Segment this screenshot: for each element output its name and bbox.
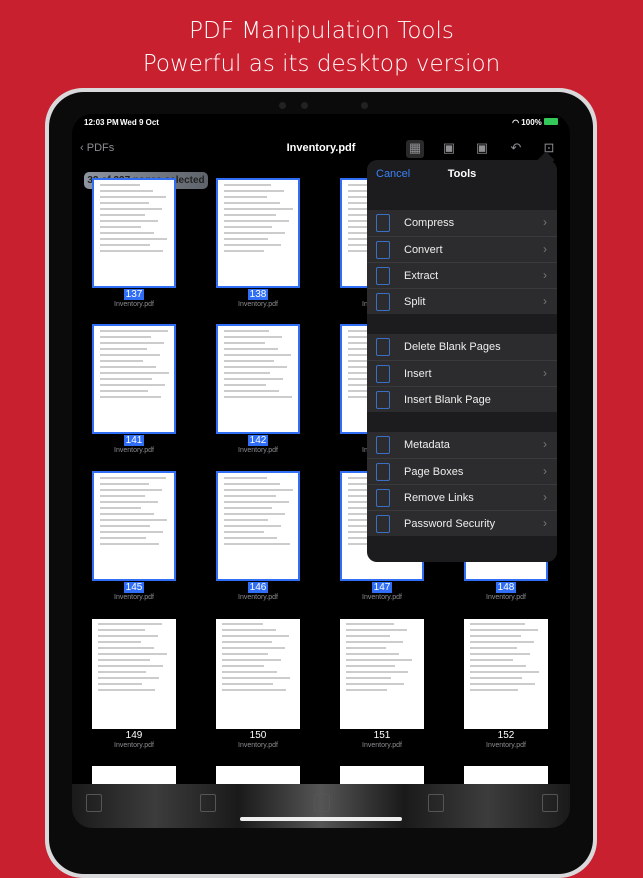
page-filename: Inventory.pdf: [238, 742, 278, 749]
headline-title: PDF Manipulation Tools: [189, 18, 454, 44]
battery-icon: [544, 118, 558, 125]
tools-group: Compress › Convert › Extract › Split ›: [367, 210, 557, 314]
tools-group: Delete Blank Pages Insert › Insert Blank Pa…: [367, 334, 557, 412]
chevron-right-icon: ›: [543, 294, 547, 308]
rotate-pages-icon[interactable]: [428, 794, 444, 812]
page-number: 147: [371, 582, 393, 593]
page-number: 151: [373, 730, 391, 741]
chevron-right-icon: ›: [543, 215, 547, 229]
page-filename: Inventory.pdf: [114, 742, 154, 749]
convert-icon: [376, 241, 390, 259]
page-filename: Inventory.pdf: [362, 594, 402, 601]
nav-bar: ‹ PDFs Inventory.pdf ▦ ▣ ▣ ↶ ⊡: [72, 138, 570, 162]
page-thumbnail[interactable]: [216, 178, 300, 288]
move-pages-icon[interactable]: [200, 794, 216, 812]
page-number: 142: [247, 435, 269, 446]
password-security-icon: [376, 515, 390, 533]
page-filename: Inventory.pdf: [238, 301, 278, 308]
page-thumbnail[interactable]: [92, 324, 176, 434]
tool-convert[interactable]: Convert ›: [367, 236, 557, 262]
page-number: 152: [497, 730, 515, 741]
chevron-right-icon: ›: [543, 516, 547, 530]
undo-icon[interactable]: ↶: [507, 140, 525, 158]
page-filename: Inventory.pdf: [486, 742, 526, 749]
page-boxes-icon: [376, 463, 390, 481]
page-thumbnail[interactable]: [216, 619, 300, 729]
screen: 12:03 PM Wed 9 Oct ◠ 100% ‹ PDFs Invento…: [72, 114, 570, 828]
extract-icon: [376, 267, 390, 285]
tool-remove-links[interactable]: Remove Links ›: [367, 484, 557, 510]
status-time: 12:03 PM: [84, 118, 119, 127]
tool-insert[interactable]: Insert ›: [367, 360, 557, 386]
save-as-icon[interactable]: ▣: [473, 140, 491, 158]
tool-metadata[interactable]: Metadata ›: [367, 432, 557, 458]
page-thumbnail[interactable]: [464, 766, 548, 786]
page-thumbnail[interactable]: [92, 766, 176, 786]
page-thumbnail[interactable]: [216, 324, 300, 434]
insert-blank-page-icon: [376, 391, 390, 409]
page-number: 149: [125, 730, 143, 741]
page-number: 150: [249, 730, 267, 741]
popover-title: Tools: [447, 168, 477, 180]
split-icon: [376, 293, 390, 311]
delete-blank-pages-icon: [376, 338, 390, 356]
page-thumbnail[interactable]: [216, 766, 300, 786]
chevron-right-icon: ›: [543, 464, 547, 478]
tools-group: Metadata › Page Boxes › Remove Links › Passwor…: [367, 432, 557, 536]
page-filename: Inventory.pdf: [238, 447, 278, 454]
metadata-icon: [376, 436, 390, 454]
delete-pages-icon[interactable]: [542, 794, 558, 812]
status-date: Wed 9 Oct: [120, 118, 159, 127]
add-pages-icon[interactable]: [314, 794, 330, 812]
tool-compress[interactable]: Compress ›: [367, 210, 557, 236]
page-filename: Inventory.pdf: [238, 594, 278, 601]
page-filename: Inventory.pdf: [114, 594, 154, 601]
headline-subtitle: Powerful as its desktop version: [142, 51, 501, 77]
tool-insert-blank-page[interactable]: Insert Blank Page: [367, 386, 557, 412]
chevron-right-icon: ›: [543, 268, 547, 282]
page-filename: Inventory.pdf: [114, 301, 154, 308]
bottom-toolbar: [72, 784, 570, 828]
wifi-icon: ◠: [512, 118, 522, 127]
save-icon[interactable]: ▣: [440, 140, 458, 158]
page-number: 145: [123, 582, 145, 593]
page-thumbnail[interactable]: [340, 619, 424, 729]
tool-page-boxes[interactable]: Page Boxes ›: [367, 458, 557, 484]
chevron-right-icon: ›: [543, 366, 547, 380]
chevron-right-icon: ›: [543, 490, 547, 504]
page-filename: Inventory.pdf: [114, 447, 154, 454]
chevron-right-icon: ›: [543, 437, 547, 451]
remove-links-icon: [376, 489, 390, 507]
page-thumbnail[interactable]: [92, 178, 176, 288]
document-title: Inventory.pdf: [286, 142, 356, 154]
page-number: 146: [247, 582, 269, 593]
tools-popover: Cancel Tools Compress › Convert › Extract › Spl…: [367, 160, 557, 562]
page-filename: Inventory.pdf: [486, 594, 526, 601]
page-number: 138: [247, 289, 269, 300]
page-thumbnail[interactable]: [216, 471, 300, 581]
page-thumbnail[interactable]: [340, 766, 424, 786]
battery-level: 100%: [521, 118, 542, 127]
tool-extract[interactable]: Extract ›: [367, 262, 557, 288]
page-thumbnail[interactable]: [464, 619, 548, 729]
page-number: 148: [495, 582, 517, 593]
page-number: 137: [123, 289, 145, 300]
insert-icon: [376, 365, 390, 383]
tool-split[interactable]: Split ›: [367, 288, 557, 314]
page-number: 141: [123, 435, 145, 446]
tool-delete-blank-pages[interactable]: Delete Blank Pages: [367, 334, 557, 360]
grid-view-icon[interactable]: ▦: [406, 140, 424, 158]
copy-pages-icon[interactable]: [86, 794, 102, 812]
compress-icon: [376, 214, 390, 232]
page-thumbnail[interactable]: [92, 619, 176, 729]
page-thumbnail[interactable]: [92, 471, 176, 581]
chevron-right-icon: ›: [543, 242, 547, 256]
home-indicator: [240, 817, 402, 821]
tool-password-security[interactable]: Password Security ›: [367, 510, 557, 536]
page-filename: Inventory.pdf: [362, 742, 402, 749]
